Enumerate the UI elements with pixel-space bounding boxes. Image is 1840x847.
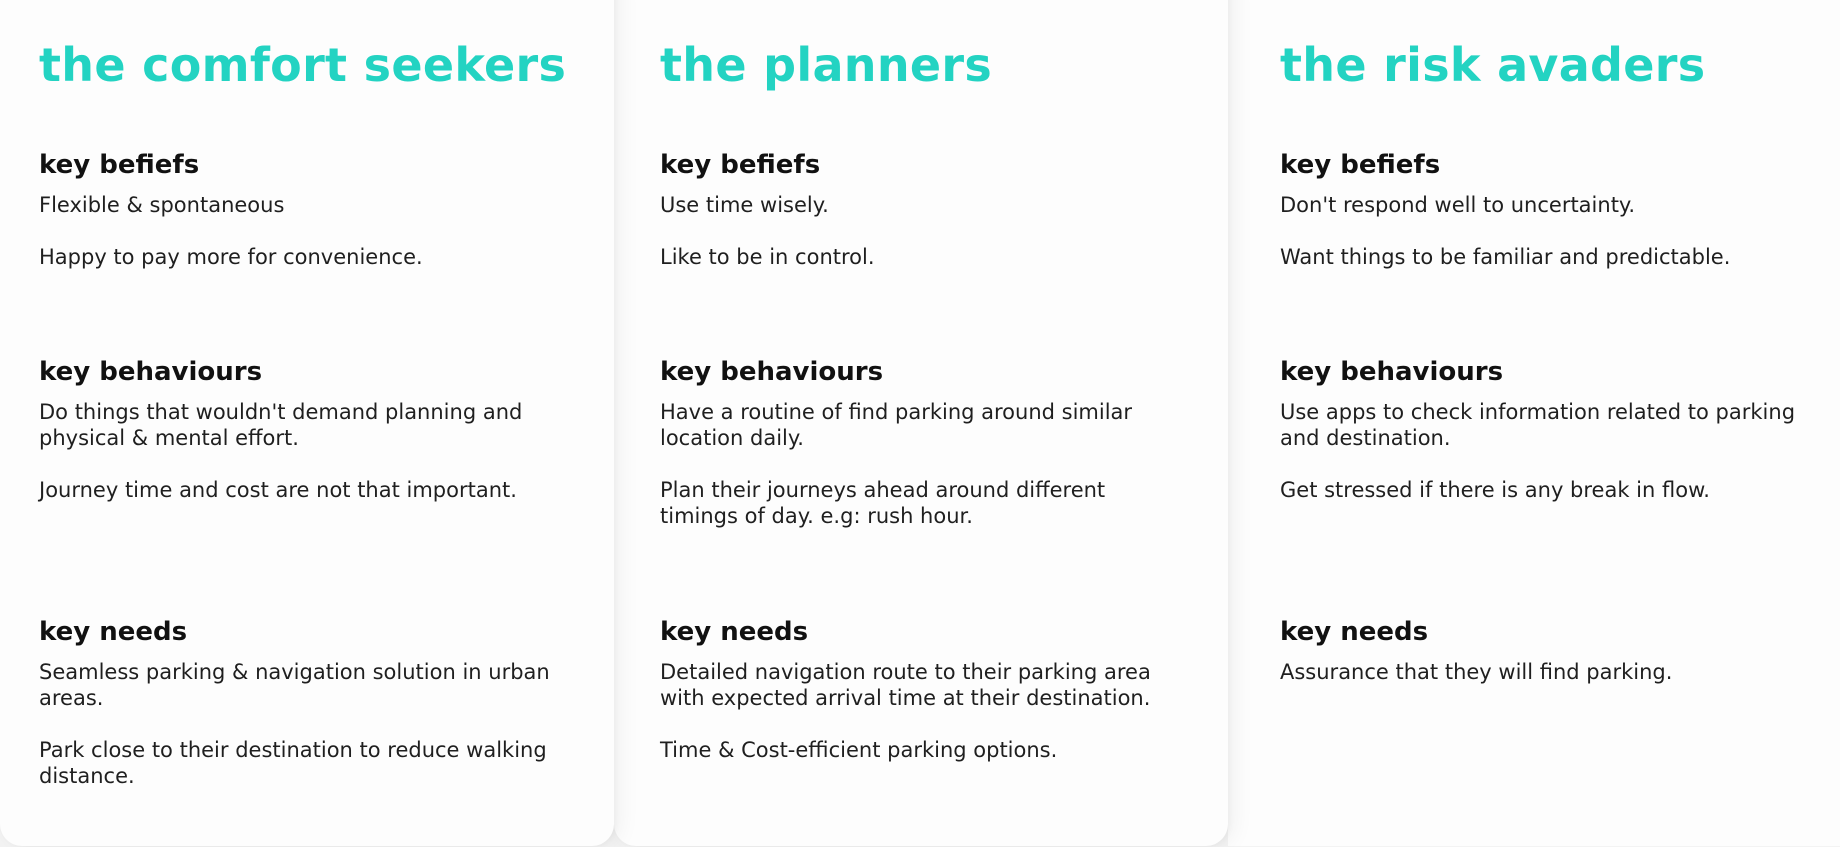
key-beliefs-section: key befiefs Use time wisely. Like to be … bbox=[660, 148, 1220, 296]
persona-title: the planners bbox=[660, 38, 993, 92]
key-needs-section: key needs Seamless parking & navigation … bbox=[39, 615, 599, 815]
persona-cards: the comfort seekers key befiefs Flexible… bbox=[0, 0, 1840, 847]
key-behaviours-section: key behaviours Do things that wouldn't d… bbox=[39, 355, 599, 529]
behaviour-item: Have a routine of find parking around si… bbox=[660, 400, 1133, 450]
belief-item: Flexible & spontaneous bbox=[39, 193, 285, 217]
key-behaviours-section: key behaviours Use apps to check informa… bbox=[1280, 355, 1825, 529]
section-heading: key needs bbox=[1280, 617, 1429, 647]
need-item: Park close to their destination to reduc… bbox=[39, 738, 547, 788]
behaviour-item: Plan their journeys ahead around differe… bbox=[660, 478, 1106, 528]
key-needs-section: key needs Assurance that they will find … bbox=[1280, 615, 1825, 711]
belief-item: Happy to pay more for convenience. bbox=[39, 245, 423, 269]
behaviour-item: Journey time and cost are not that impor… bbox=[39, 478, 517, 502]
belief-item: Use time wisely. bbox=[660, 193, 829, 217]
behaviour-item: Use apps to check information related to… bbox=[1280, 400, 1796, 450]
persona-planners: the planners key befiefs Use time wisely… bbox=[660, 0, 1220, 847]
section-heading: key behaviours bbox=[660, 357, 884, 387]
key-behaviours-section: key behaviours Have a routine of find pa… bbox=[660, 355, 1220, 555]
key-needs-section: key needs Detailed navigation route to t… bbox=[660, 615, 1220, 789]
section-heading: key befiefs bbox=[660, 150, 821, 180]
persona-risk-avaders: the risk avaders key befiefs Don't respo… bbox=[1280, 0, 1825, 847]
behaviour-item: Do things that wouldn't demand planning … bbox=[39, 400, 523, 450]
key-beliefs-section: key befiefs Don't respond well to uncert… bbox=[1280, 148, 1825, 296]
belief-item: Like to be in control. bbox=[660, 245, 875, 269]
section-heading: key befiefs bbox=[1280, 150, 1441, 180]
need-item: Time & Cost-efficient parking options. bbox=[660, 738, 1058, 762]
persona-title: the risk avaders bbox=[1280, 38, 1706, 92]
persona-title: the comfort seekers bbox=[39, 38, 567, 92]
belief-item: Don't respond well to uncertainty. bbox=[1280, 193, 1636, 217]
section-heading: key behaviours bbox=[1280, 357, 1504, 387]
section-heading: key behaviours bbox=[39, 357, 263, 387]
persona-comfort-seekers: the comfort seekers key befiefs Flexible… bbox=[39, 0, 599, 847]
key-beliefs-section: key befiefs Flexible & spontaneous Happy… bbox=[39, 148, 599, 296]
section-heading: key needs bbox=[660, 617, 809, 647]
need-item: Assurance that they will find parking. bbox=[1280, 660, 1673, 684]
behaviour-item: Get stressed if there is any break in fl… bbox=[1280, 478, 1710, 502]
section-heading: key needs bbox=[39, 617, 188, 647]
belief-item: Want things to be familiar and predictab… bbox=[1280, 245, 1731, 269]
need-item: Seamless parking & navigation solution i… bbox=[39, 660, 550, 710]
need-item: Detailed navigation route to their parki… bbox=[660, 660, 1151, 710]
section-heading: key befiefs bbox=[39, 150, 200, 180]
